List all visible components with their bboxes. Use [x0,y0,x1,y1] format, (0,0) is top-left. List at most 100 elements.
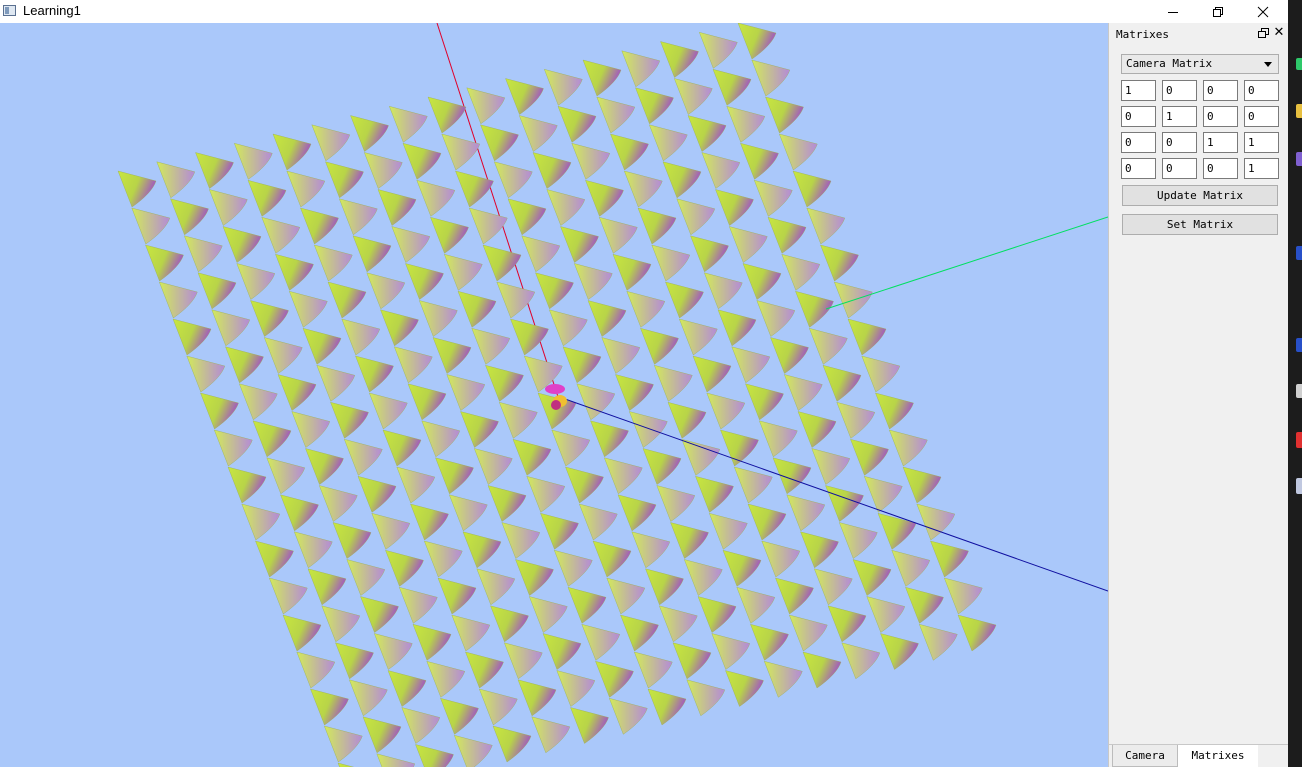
desktop-icon [1296,338,1302,352]
cone-mesh [350,115,389,152]
cone-mesh [476,568,516,606]
cone-mesh [398,587,438,624]
cone-mesh [571,143,611,180]
render-viewport[interactable] [0,23,1108,767]
matrix-type-selected: Camera Matrix [1126,57,1213,70]
matrix-cell-r0c2[interactable]: 0 [1203,80,1238,101]
cone-mesh [875,392,914,430]
cone-mesh [556,670,596,707]
cone-mesh [366,272,406,310]
cone-mesh [712,69,752,106]
cone-mesh [505,78,544,115]
cone-mesh [200,392,239,430]
matrix-cell-r2c1[interactable]: 0 [1162,132,1197,153]
cone-mesh [338,198,378,236]
matrix-cell-r3c2[interactable]: 0 [1203,158,1238,179]
matrix-cell-r2c3[interactable]: 1 [1244,132,1279,153]
cone-mesh [703,272,743,310]
cone-mesh [332,522,372,559]
cone-mesh [346,559,386,596]
matrix-cell-r1c1[interactable]: 1 [1162,106,1197,127]
cone-mesh [355,355,394,393]
cone-mesh [767,217,807,254]
cone-mesh [380,309,419,347]
tab-matrixes[interactable]: Matrixes [1178,745,1258,767]
cone-mesh [557,106,597,143]
matrix-cell-r2c0[interactable]: 0 [1121,132,1156,153]
tab-camera[interactable]: Camera [1112,745,1178,767]
close-icon [1257,6,1268,17]
cone-mesh [902,466,942,504]
cone-mesh [662,161,702,199]
minimize-icon [1167,11,1178,13]
cone-mesh [286,170,326,208]
cone-mesh [172,318,212,356]
cone-mesh [570,707,609,744]
matrix-cell-r0c0[interactable]: 1 [1121,80,1156,101]
cone-mesh [302,328,342,365]
cone-mesh [603,457,643,495]
cone-mesh [480,124,519,162]
minimize-button[interactable] [1150,0,1195,23]
float-icon[interactable] [1258,28,1270,39]
cone-mesh [658,605,698,643]
cone-mesh [341,318,381,356]
matrix-cell-r1c0[interactable]: 0 [1121,106,1156,127]
matrix-cell-r1c3[interactable]: 0 [1244,106,1279,127]
dock-tab-bar: Camera Matrixes [1109,744,1289,767]
cone-mesh [410,503,449,541]
cone-mesh [183,235,223,273]
cone-mesh [825,485,864,522]
cone-mesh [272,133,312,171]
matrix-type-select[interactable]: Camera Matrix [1121,54,1279,74]
scene-canvas[interactable] [0,23,1108,767]
cone-mesh [296,651,336,689]
desktop-background-strip [1288,0,1302,767]
matrix-cell-r3c3[interactable]: 1 [1244,158,1279,179]
matrix-cell-r2c2[interactable]: 1 [1203,132,1238,153]
cone-mesh [503,642,543,680]
cone-mesh [250,300,289,337]
matrix-cell-r0c1[interactable]: 0 [1162,80,1197,101]
matrix-cell-r3c1[interactable]: 0 [1162,158,1197,179]
cone-mesh [208,189,248,226]
cone-mesh [736,587,776,624]
cone-mesh [465,651,504,689]
cone-mesh [567,587,607,624]
cone-mesh [822,365,862,402]
cone-mesh [546,189,586,226]
cone-mesh [507,198,547,236]
cone-mesh [457,291,497,328]
cone-mesh [573,263,613,300]
cone-mesh [578,503,618,541]
cone-mesh [742,263,782,300]
cone-mesh [595,661,634,698]
cone-mesh [416,180,456,217]
cone-mesh [288,291,328,328]
close-window-button[interactable] [1240,0,1285,23]
cone-mesh [706,392,746,430]
cone-mesh [293,531,333,569]
cone-mesh [421,420,461,458]
matrix-cell-r0c3[interactable]: 0 [1244,80,1279,101]
cone-mesh [471,328,511,365]
close-icon[interactable]: ✕ [1273,26,1285,39]
cone-mesh [633,651,673,689]
cone-mesh [737,23,777,60]
restore-button[interactable] [1195,0,1240,23]
update-matrix-button[interactable]: Update Matrix [1122,185,1278,206]
cone-mesh [645,568,684,606]
cone-mesh [415,744,454,767]
set-matrix-button[interactable]: Set Matrix [1122,214,1278,235]
cone-mesh [676,198,716,236]
cone-mesh [943,577,983,615]
desktop-icon [1296,152,1302,166]
cone-mesh [405,263,444,300]
cone-mesh [473,448,513,485]
chevron-down-icon [1264,62,1272,67]
cone-mesh [252,420,292,458]
matrix-cell-r1c2[interactable]: 0 [1203,106,1238,127]
cone-mesh [841,642,881,680]
matrix-cell-r3c0[interactable]: 0 [1121,158,1156,179]
cone-mesh [620,614,659,652]
